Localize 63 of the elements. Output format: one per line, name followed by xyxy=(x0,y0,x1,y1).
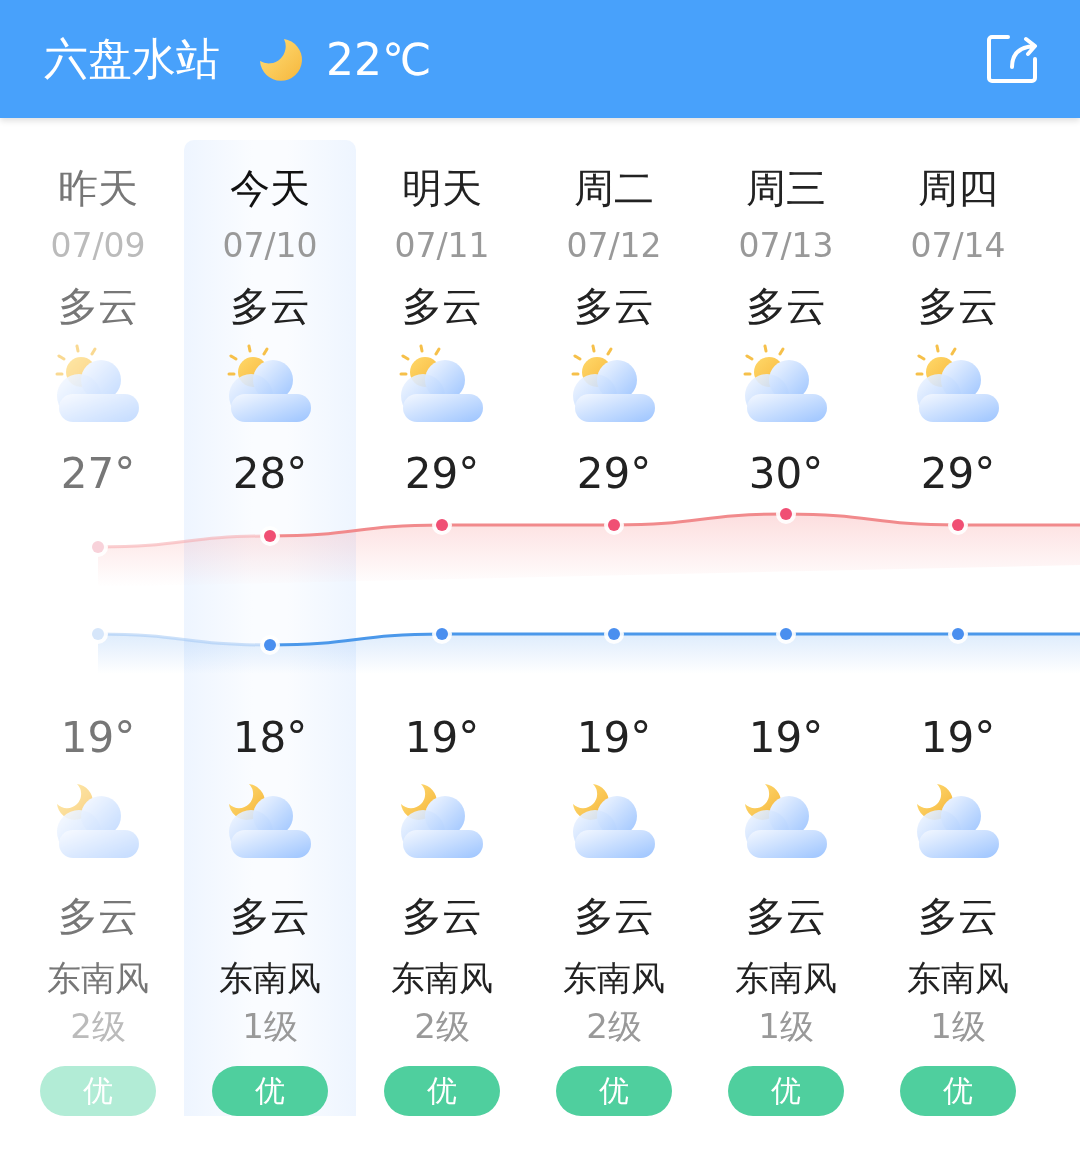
high-temperature: 27° xyxy=(60,448,136,500)
day-name: 昨天 xyxy=(58,164,138,213)
sun-cloud-icon xyxy=(55,344,141,424)
air-quality-badge: 优 xyxy=(556,1066,672,1116)
day-name: 明天 xyxy=(402,164,482,213)
air-quality-badge: 优 xyxy=(900,1066,1016,1116)
day-condition: 多云 xyxy=(918,282,998,331)
sun-cloud-icon xyxy=(227,344,313,424)
night-condition: 多云 xyxy=(746,892,826,941)
high-temperature: 29° xyxy=(404,448,480,500)
high-temperature: 28° xyxy=(232,448,308,500)
high-temperature: 30° xyxy=(748,448,824,500)
sun-cloud-icon xyxy=(915,344,1001,424)
night-condition: 多云 xyxy=(918,892,998,941)
low-temperature: 18° xyxy=(232,712,308,764)
day-name: 周三 xyxy=(746,164,826,213)
low-temperature: 19° xyxy=(576,712,652,764)
wind-level: 2级 xyxy=(70,1005,126,1048)
date: 07/12 xyxy=(566,226,662,266)
sun-cloud-icon xyxy=(399,344,485,424)
date: 07/09 xyxy=(50,226,146,266)
night-condition: 多云 xyxy=(230,892,310,941)
night-condition: 多云 xyxy=(402,892,482,941)
wind-direction: 东南风 xyxy=(47,957,149,1000)
day-name: 今天 xyxy=(230,164,310,213)
date: 07/14 xyxy=(910,226,1006,266)
wind-level: 1级 xyxy=(242,1005,298,1048)
day-condition: 多云 xyxy=(746,282,826,331)
wind-direction: 东南风 xyxy=(391,957,493,1000)
station-name: 六盘水站 xyxy=(44,31,220,86)
day-condition: 多云 xyxy=(574,282,654,331)
high-temperature: 29° xyxy=(576,448,652,500)
day-name: 周二 xyxy=(574,164,654,213)
day-name: 周四 xyxy=(918,164,998,213)
day-condition: 多云 xyxy=(58,282,138,331)
wind-level: 1级 xyxy=(758,1005,814,1048)
day-condition: 多云 xyxy=(402,282,482,331)
night-condition: 多云 xyxy=(574,892,654,941)
low-temperature: 19° xyxy=(748,712,824,764)
wind-level: 2级 xyxy=(414,1005,470,1048)
night-condition: 多云 xyxy=(58,892,138,941)
air-quality-badge: 优 xyxy=(40,1066,156,1116)
wind-direction: 东南风 xyxy=(735,957,837,1000)
moon-icon xyxy=(258,37,302,81)
air-quality-badge: 优 xyxy=(728,1066,844,1116)
high-temperature: 29° xyxy=(920,448,996,500)
wind-direction: 东南风 xyxy=(219,957,321,1000)
wind-direction: 东南风 xyxy=(907,957,1009,1000)
air-quality-badge: 优 xyxy=(384,1066,500,1116)
low-temperature: 19° xyxy=(60,712,136,764)
low-temperature: 19° xyxy=(920,712,996,764)
day-condition: 多云 xyxy=(230,282,310,331)
current-temperature: 22℃ xyxy=(326,33,432,85)
date: 07/11 xyxy=(394,226,490,266)
date: 07/10 xyxy=(222,226,318,266)
sun-cloud-icon xyxy=(743,344,829,424)
wind-level: 1级 xyxy=(930,1005,986,1048)
wind-direction: 东南风 xyxy=(563,957,665,1000)
air-quality-badge: 优 xyxy=(212,1066,328,1116)
low-temperature: 19° xyxy=(404,712,480,764)
date: 07/13 xyxy=(738,226,834,266)
wind-level: 2级 xyxy=(586,1005,642,1048)
sun-cloud-icon xyxy=(571,344,657,424)
